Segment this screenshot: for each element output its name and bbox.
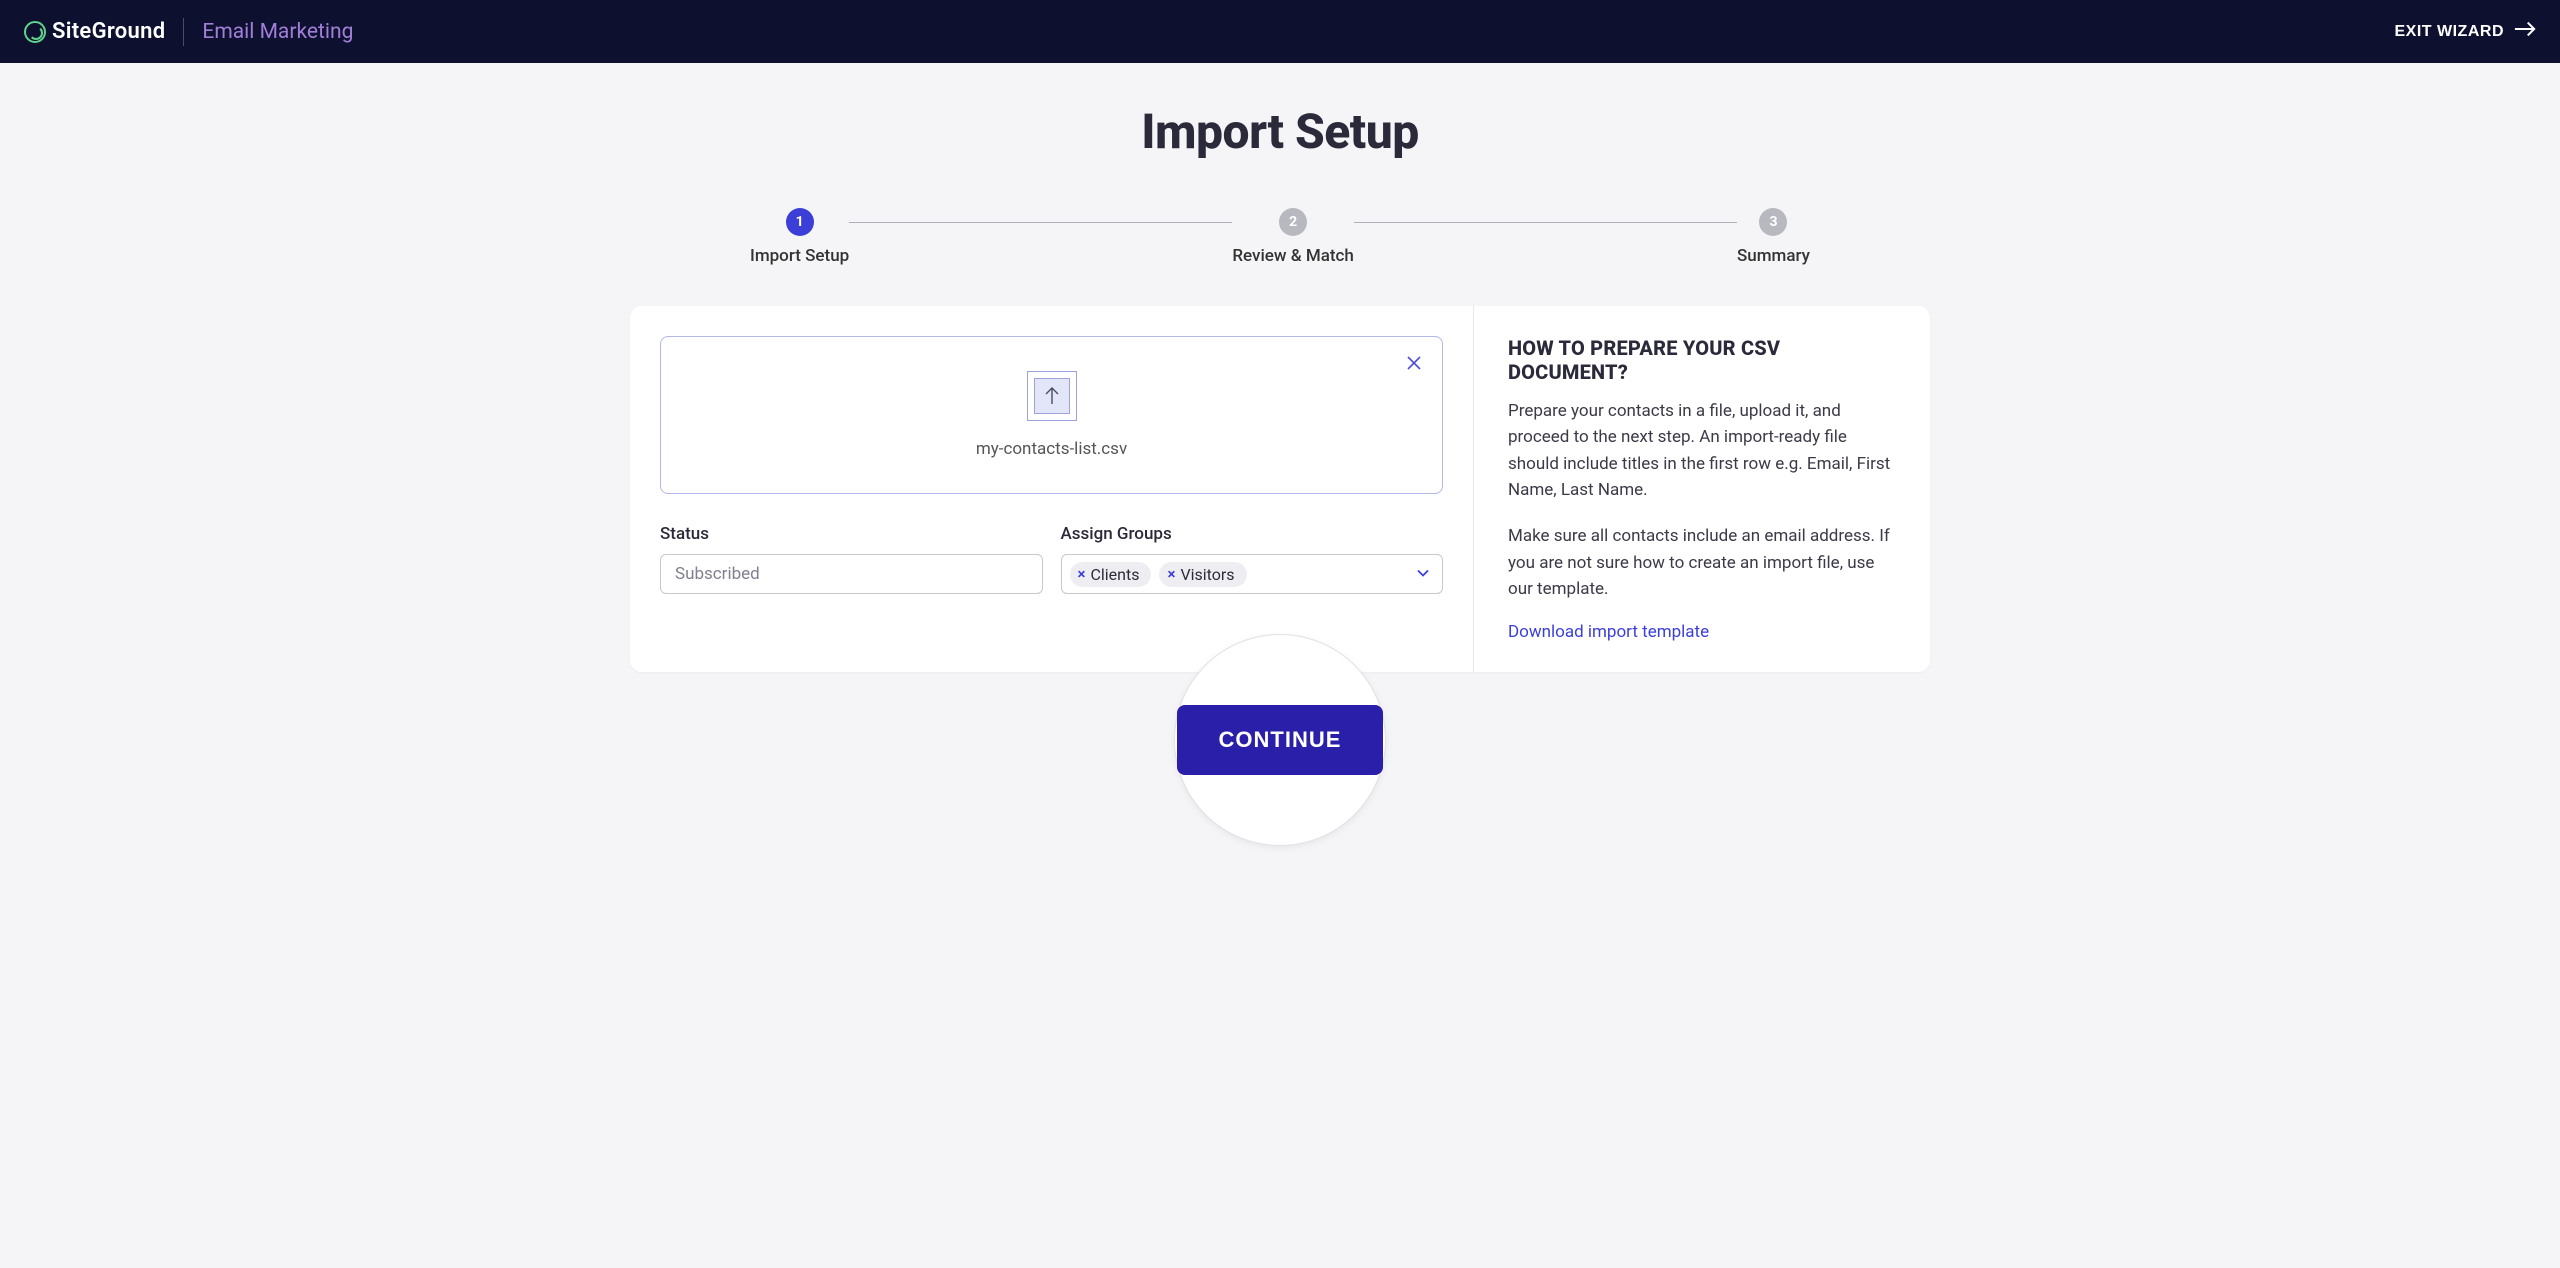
tag-label: Clients	[1090, 565, 1139, 584]
chevron-down-icon[interactable]	[1416, 565, 1430, 584]
status-label: Status	[660, 524, 1043, 544]
upload-icon-frame	[1027, 371, 1077, 421]
step-import-setup[interactable]: 1 Import Setup	[750, 208, 849, 266]
help-title: HOW TO PREPARE YOUR CSV DOCUMENT?	[1508, 336, 1896, 384]
wizard-card: my-contacts-list.csv Status Subscribed A…	[630, 306, 1930, 672]
step-number: 2	[1279, 208, 1307, 236]
swirl-icon	[24, 21, 46, 43]
continue-wrap: CONTINUE	[630, 634, 1930, 846]
group-tag: × Visitors	[1159, 562, 1246, 587]
help-paragraph: Make sure all contacts include an email …	[1508, 523, 1896, 602]
stepper: 1 Import Setup 2 Review & Match 3 Summar…	[750, 208, 1810, 266]
highlight-circle: CONTINUE	[1174, 634, 1386, 846]
remove-tag-icon[interactable]: ×	[1078, 567, 1086, 582]
status-select[interactable]: Subscribed	[660, 554, 1043, 594]
groups-group: Assign Groups × Clients × Visitors	[1061, 524, 1444, 594]
product-name: Email Marketing	[202, 20, 353, 44]
file-upload-box[interactable]: my-contacts-list.csv	[660, 336, 1443, 494]
uploaded-filename: my-contacts-list.csv	[976, 439, 1127, 459]
status-value: Subscribed	[675, 564, 760, 584]
remove-file-button[interactable]	[1402, 351, 1426, 378]
step-label: Summary	[1737, 246, 1810, 266]
status-group: Status Subscribed	[660, 524, 1043, 594]
remove-tag-icon[interactable]: ×	[1167, 567, 1175, 582]
close-icon	[1406, 359, 1422, 374]
tag-label: Visitors	[1180, 565, 1234, 584]
step-summary[interactable]: 3 Summary	[1737, 208, 1810, 266]
topbar-left: SiteGround Email Marketing	[24, 18, 353, 46]
exit-wizard-button[interactable]: EXIT WIZARD	[2395, 20, 2537, 43]
brand-logo[interactable]: SiteGround	[24, 19, 165, 44]
page-title: Import Setup	[630, 103, 1930, 160]
brand-name: SiteGround	[52, 19, 165, 44]
step-number: 3	[1759, 208, 1787, 236]
exit-wizard-label: EXIT WIZARD	[2395, 23, 2505, 41]
step-line	[1354, 222, 1737, 223]
header-divider	[183, 18, 184, 46]
help-panel: HOW TO PREPARE YOUR CSV DOCUMENT? Prepar…	[1474, 306, 1930, 672]
step-review-match[interactable]: 2 Review & Match	[1232, 208, 1354, 266]
groups-label: Assign Groups	[1061, 524, 1444, 544]
group-tag: × Clients	[1070, 562, 1152, 587]
upload-icon	[1034, 378, 1070, 414]
form-row: Status Subscribed Assign Groups × Client…	[660, 524, 1443, 594]
step-label: Review & Match	[1232, 246, 1354, 266]
topbar: SiteGround Email Marketing EXIT WIZARD	[0, 0, 2560, 63]
groups-multiselect[interactable]: × Clients × Visitors	[1061, 554, 1444, 594]
main: Import Setup 1 Import Setup 2 Review & M…	[590, 63, 1970, 926]
continue-button[interactable]: CONTINUE	[1177, 705, 1384, 775]
step-label: Import Setup	[750, 246, 849, 266]
arrow-right-icon	[2514, 20, 2536, 43]
step-number: 1	[786, 208, 814, 236]
help-paragraph: Prepare your contacts in a file, upload …	[1508, 398, 1896, 503]
step-line	[849, 222, 1232, 223]
card-left: my-contacts-list.csv Status Subscribed A…	[630, 306, 1474, 672]
